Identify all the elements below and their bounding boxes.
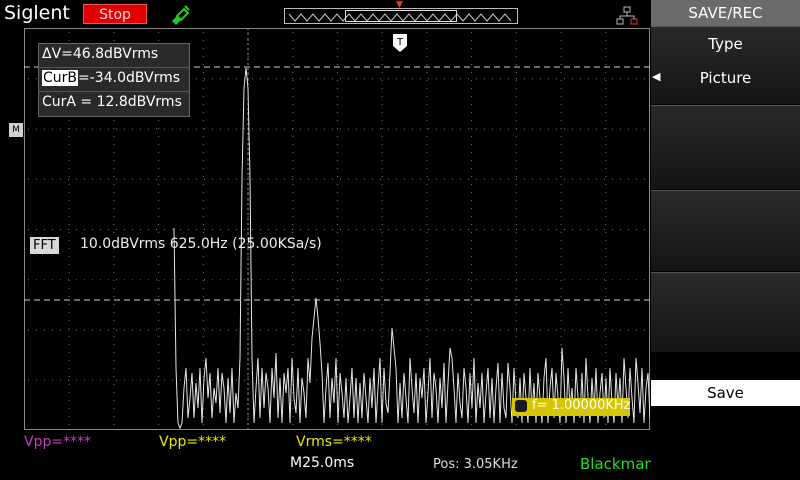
- cursor-b-readout[interactable]: CurB=-34.0dBVrms: [42, 70, 180, 86]
- side-menu: SAVE/REC Type ◀ Picture Save: [651, 0, 800, 480]
- cursor-b-tag: CurB: [42, 70, 79, 86]
- type-value: Picture: [699, 69, 752, 87]
- menu-slot-4[interactable]: [651, 272, 800, 352]
- trigger-time-marker: T: [393, 34, 407, 52]
- cursor-a-readout: CurA = 12.8dBVrms: [42, 94, 182, 110]
- type-label: Type: [708, 35, 743, 53]
- measure-3: Vrms=****: [296, 434, 372, 450]
- trigger-position-marker: ▼: [396, 0, 403, 10]
- save-button[interactable]: Save: [651, 380, 800, 406]
- fft-window-function: Blackman: [580, 455, 654, 473]
- brand-label: Siglent: [4, 2, 70, 24]
- fft-info: 10.0dBVrms 625.0Hz (25.00KSa/s): [80, 236, 322, 252]
- run-stop-indicator[interactable]: Stop: [83, 4, 147, 24]
- fft-tag: FFT: [30, 237, 59, 254]
- probe-icon: [172, 5, 190, 25]
- memory-window: [345, 10, 457, 22]
- measure-2: Vpp=****: [159, 434, 227, 450]
- horizontal-position: Pos: 3.05KHz: [433, 457, 518, 472]
- measure-1: Vpp=****: [24, 434, 92, 450]
- cursor-readout: ΔV=46.8dBVrms CurB=-34.0dBVrms CurA = 12…: [38, 43, 190, 117]
- svg-text:T: T: [396, 37, 404, 48]
- cursor-b-value: =-34.0dBVrms: [78, 70, 181, 86]
- menu-slot-2[interactable]: [651, 105, 800, 189]
- network-icon: [616, 6, 638, 25]
- trigger-icon: [515, 400, 527, 412]
- delta-v-readout: ΔV=46.8dBVrms: [42, 46, 159, 62]
- timebase: M25.0ms: [290, 455, 355, 471]
- channel-marker-m: M: [9, 123, 23, 137]
- menu-title: SAVE/REC: [651, 0, 800, 26]
- trigger-frequency: f= 1.00000KHz: [532, 398, 631, 413]
- type-option[interactable]: Type ◀ Picture: [651, 26, 800, 104]
- menu-slot-3[interactable]: [651, 190, 800, 271]
